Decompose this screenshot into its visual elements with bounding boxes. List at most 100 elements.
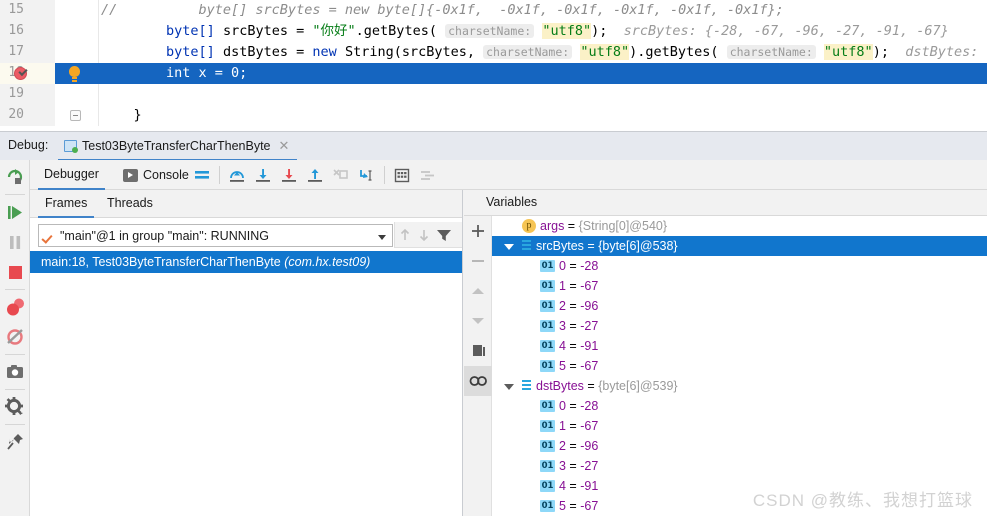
variable-row[interactable]: 01 0 = -28 <box>492 396 987 416</box>
lightbulb-icon[interactable] <box>69 66 80 79</box>
step-into-button[interactable] <box>255 168 271 183</box>
code-text-15[interactable]: // byte[] srcBytes = new byte[]{-0x1f, -… <box>99 0 987 21</box>
gutter-icons-17[interactable] <box>55 42 99 63</box>
snapshot-button[interactable] <box>0 357 30 387</box>
variable-row[interactable]: 01 2 = -96 <box>492 436 987 456</box>
primitive-icon: 01 <box>540 339 555 352</box>
pause-button[interactable] <box>0 227 30 257</box>
code-text-18[interactable]: int x = 0; <box>99 63 987 84</box>
gutter-icons-20[interactable] <box>55 105 99 126</box>
move-up-button[interactable] <box>464 276 492 306</box>
variable-row[interactable]: 01 2 = -96 <box>492 296 987 316</box>
primitive-icon: 01 <box>540 419 555 432</box>
tab-frames[interactable]: Frames <box>38 190 95 218</box>
variable-row[interactable]: dstBytes = {byte[6]@539} <box>492 376 987 396</box>
resume-icon <box>8 206 22 219</box>
code-fold-icon[interactable] <box>70 110 81 121</box>
variables-panel: Variables p args = {String[0]@540} srcBy… <box>464 190 987 516</box>
token-variable: srcBytes <box>222 23 288 39</box>
inline-debug-value: dstBytes: {-28, -6 <box>905 44 987 60</box>
pin-button[interactable] <box>0 427 30 457</box>
variable-name: args <box>540 219 565 233</box>
code-line-20[interactable]: 20 } <box>0 105 987 126</box>
token-variable: dstBytes <box>222 44 288 60</box>
chevron-down-icon[interactable] <box>378 235 386 240</box>
param-hint-1: charsetName: <box>483 45 573 59</box>
console-icon <box>123 168 138 182</box>
move-down-button[interactable] <box>464 306 492 336</box>
expand-triangle-icon[interactable] <box>504 236 518 256</box>
evaluate-expression-button[interactable] <box>394 168 410 183</box>
code-line-16[interactable]: 16 byte[] srcBytes = "你好".getBytes( char… <box>0 21 987 42</box>
breakpoint-icon[interactable] <box>14 67 27 80</box>
variable-value: {byte[6]@539} <box>598 379 678 393</box>
toolbar-separator <box>4 389 25 390</box>
expand-triangle-icon[interactable] <box>504 376 518 396</box>
step-over-button[interactable] <box>229 168 245 183</box>
resume-button[interactable] <box>0 197 30 227</box>
step-out-button[interactable] <box>307 168 323 183</box>
frame-list-item[interactable]: main:18, Test03ByteTransferCharThenByte … <box>30 251 462 273</box>
variable-row[interactable]: 01 0 = -28 <box>492 256 987 276</box>
drop-frame-icon <box>333 169 348 179</box>
gutter-icons-18[interactable] <box>55 63 99 84</box>
add-watch-button[interactable] <box>464 216 492 246</box>
code-text-17[interactable]: byte[] dstBytes = new String(srcBytes, c… <box>99 42 987 63</box>
parameter-icon: p <box>522 218 536 233</box>
tab-debugger[interactable]: Debugger <box>38 160 105 190</box>
copy-value-button[interactable] <box>464 336 492 366</box>
stop-button[interactable] <box>0 257 30 287</box>
gutter-icons-16[interactable] <box>55 21 99 42</box>
run-to-cursor-icon <box>360 170 372 181</box>
variable-row[interactable]: 01 5 = -67 <box>492 356 987 376</box>
code-line-18[interactable]: 18 int x = 0; <box>0 63 987 84</box>
settings-button[interactable] <box>0 392 30 422</box>
force-step-into-button[interactable] <box>281 168 297 183</box>
variable-value: {byte[6]@538} <box>598 239 678 253</box>
variable-row[interactable]: 01 4 = -91 <box>492 336 987 356</box>
variable-row[interactable]: 01 3 = -27 <box>492 456 987 476</box>
code-text-20[interactable]: } <box>99 105 987 126</box>
debug-session-tab[interactable]: Test03ByteTransferCharThenByte ✕ <box>58 132 298 161</box>
run-to-cursor-button[interactable] <box>359 168 375 183</box>
settings-list-button[interactable] <box>420 168 436 183</box>
variable-name: 2 <box>559 299 566 313</box>
thread-selector[interactable]: "main"@1 in group "main": RUNNING <box>38 224 393 247</box>
variable-row[interactable]: srcBytes = {byte[6]@538} <box>492 236 987 256</box>
gutter-icons-19[interactable] <box>55 84 99 105</box>
rerun-button[interactable] <box>0 160 30 192</box>
token-type: byte[] <box>166 44 215 60</box>
tab-threads-label: Threads <box>107 196 153 210</box>
code-text-16[interactable]: byte[] srcBytes = "你好".getBytes( charset… <box>99 21 987 42</box>
evaluate-icon <box>394 168 410 183</box>
variable-name: srcBytes <box>536 239 584 253</box>
layout-settings-button[interactable] <box>194 168 210 183</box>
mute-breakpoints-button[interactable] <box>0 322 30 352</box>
debugger-tabs-bar: Debugger Console <box>30 160 987 190</box>
variable-value: -27 <box>580 459 599 473</box>
remove-watch-button[interactable] <box>464 246 492 276</box>
code-line-17[interactable]: 17 byte[] dstBytes = new String(srcBytes… <box>0 42 987 63</box>
variable-name: 2 <box>559 439 566 453</box>
frames-tabs-bar: Frames Threads <box>30 190 462 218</box>
token-charset: "utf8" <box>542 23 592 39</box>
watches-button[interactable] <box>464 366 492 396</box>
tab-threads[interactable]: Threads <box>100 190 160 218</box>
gutter-icons-15[interactable] <box>55 0 99 21</box>
tab-console[interactable]: Console <box>117 160 195 190</box>
code-line-19[interactable]: 19 <box>0 84 987 105</box>
variable-row[interactable]: p args = {String[0]@540} <box>492 216 987 236</box>
variable-row[interactable]: 01 1 = -67 <box>492 416 987 436</box>
code-line-15[interactable]: 15 // byte[] srcBytes = new byte[]{-0x1f… <box>0 0 987 21</box>
variables-tree[interactable]: p args = {String[0]@540} srcBytes = {byte[… <box>492 216 987 516</box>
close-icon[interactable]: ✕ <box>279 139 290 152</box>
primitive-icon: 01 <box>540 399 555 412</box>
token-tail: ); <box>591 23 608 39</box>
variable-name: 1 <box>559 419 566 433</box>
view-breakpoints-button[interactable] <box>0 292 30 322</box>
variable-row[interactable]: 01 3 = -27 <box>492 316 987 336</box>
layout-icon <box>195 171 209 179</box>
drop-frame-button[interactable] <box>333 168 349 183</box>
code-text-19[interactable] <box>99 84 987 105</box>
variable-row[interactable]: 01 1 = -67 <box>492 276 987 296</box>
